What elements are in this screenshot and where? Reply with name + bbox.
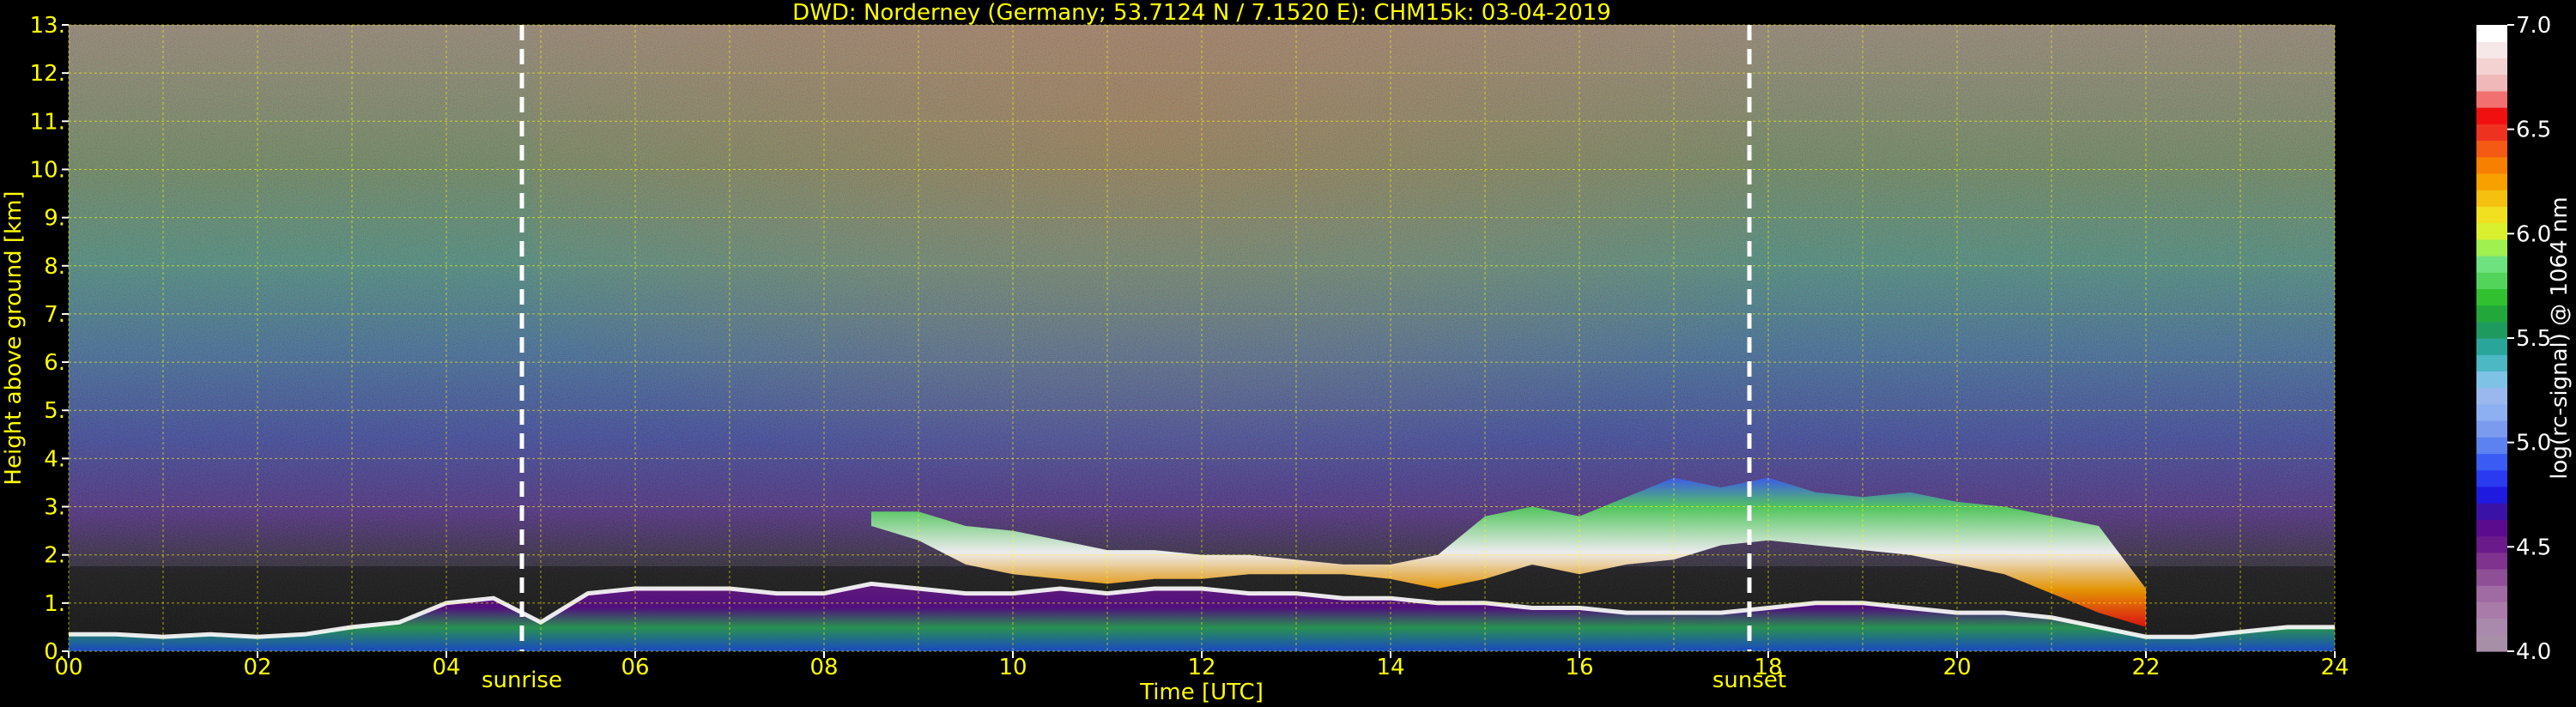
x-tick-label: 16 bbox=[1565, 655, 1593, 680]
colorbar-swatch bbox=[2476, 469, 2507, 487]
x-axis-label: Time [UTC] bbox=[1139, 680, 1264, 705]
y-tick-label: 10. bbox=[30, 157, 65, 183]
y-tick-label: 3. bbox=[44, 495, 65, 521]
colorbar-swatch bbox=[2476, 453, 2507, 471]
y-tick-label: 11. bbox=[30, 109, 65, 135]
colorbar-tick-label: 6.5 bbox=[2516, 118, 2551, 143]
colorbar-swatch bbox=[2476, 124, 2507, 142]
colorbar-swatch bbox=[2476, 255, 2507, 273]
y-tick-label: 13. bbox=[30, 13, 65, 39]
colorbar-swatch bbox=[2476, 634, 2507, 652]
ceilometer-chart: DWD: Norderney (Germany; 53.7124 N / 7.1… bbox=[1, 0, 2573, 705]
colorbar-swatch bbox=[2476, 503, 2507, 520]
colorbar-swatch bbox=[2476, 222, 2507, 240]
colorbar-swatch bbox=[2476, 41, 2507, 59]
colorbar-swatch bbox=[2476, 172, 2507, 190]
colorbar-swatch bbox=[2476, 305, 2507, 323]
colorbar-swatch bbox=[2476, 206, 2507, 224]
x-tick-label: 10 bbox=[998, 655, 1027, 680]
x-tick-label: 24 bbox=[2320, 655, 2349, 680]
x-tick-label: 06 bbox=[621, 655, 649, 680]
colorbar-label: log(rc-signal) @ 1064 nm bbox=[2547, 196, 2573, 479]
x-tick-label: 12 bbox=[1187, 655, 1215, 680]
sunrise-label: sunrise bbox=[482, 668, 562, 693]
y-tick-label: 0. bbox=[44, 639, 65, 665]
colorbar-swatch bbox=[2476, 519, 2507, 537]
colorbar-swatch bbox=[2476, 568, 2507, 586]
plot-area bbox=[68, 24, 2336, 652]
colorbar-swatch bbox=[2476, 420, 2507, 438]
colorbar-swatch bbox=[2476, 338, 2507, 355]
y-tick-label: 8. bbox=[44, 254, 65, 280]
y-axis-label: Height above ground [km] bbox=[1, 190, 27, 485]
colorbar-swatch bbox=[2476, 321, 2507, 339]
sunset-label: sunset bbox=[1712, 668, 1786, 693]
colorbar-swatch bbox=[2476, 601, 2507, 619]
colorbar-swatch bbox=[2476, 403, 2507, 421]
y-tick-label: 1. bbox=[44, 591, 65, 617]
colorbar-swatch bbox=[2476, 288, 2507, 306]
x-tick-label: 20 bbox=[1943, 655, 1971, 680]
colorbar-swatch bbox=[2476, 190, 2507, 207]
colorbar-swatch bbox=[2476, 486, 2507, 504]
y-tick-label: 5. bbox=[44, 398, 65, 424]
colorbar-swatch bbox=[2476, 25, 2507, 42]
colorbar-swatch bbox=[2476, 535, 2507, 553]
y-tick-label: 12. bbox=[30, 61, 65, 87]
x-tick-label: 08 bbox=[809, 655, 838, 680]
y-tick-label: 4. bbox=[44, 446, 65, 472]
colorbar-swatch bbox=[2476, 387, 2507, 405]
colorbar-swatch bbox=[2476, 74, 2507, 92]
colorbar-swatch bbox=[2476, 272, 2507, 289]
colorbar-tick-label: 4.0 bbox=[2516, 639, 2551, 665]
colorbar-swatch bbox=[2476, 156, 2507, 174]
colorbar-swatch bbox=[2476, 239, 2507, 257]
chart-title: DWD: Norderney (Germany; 53.7124 N / 7.1… bbox=[792, 0, 1611, 26]
y-tick-label: 6. bbox=[44, 350, 65, 376]
colorbar-swatch bbox=[2476, 140, 2507, 158]
y-tick-label: 9. bbox=[44, 206, 65, 232]
colorbar-swatch bbox=[2476, 618, 2507, 636]
colorbar-swatch bbox=[2476, 354, 2507, 372]
colorbar-tick-label: 7.0 bbox=[2516, 13, 2551, 39]
colorbar-swatch bbox=[2476, 437, 2507, 455]
colorbar-swatch bbox=[2476, 585, 2507, 602]
colorbar-swatch bbox=[2476, 107, 2507, 124]
x-tick-label: 02 bbox=[243, 655, 271, 680]
colorbar-swatch bbox=[2476, 552, 2507, 570]
x-tick-label: 04 bbox=[432, 655, 460, 680]
colorbar: 4.04.55.05.56.06.57.0 bbox=[2476, 13, 2551, 665]
colorbar-swatch bbox=[2476, 57, 2507, 76]
x-tick-label: 22 bbox=[2131, 655, 2160, 680]
y-tick-label: 7. bbox=[44, 302, 65, 328]
colorbar-swatch bbox=[2476, 371, 2507, 389]
y-tick-label: 2. bbox=[44, 543, 65, 569]
x-tick-label: 14 bbox=[1376, 655, 1404, 680]
colorbar-swatch bbox=[2476, 90, 2507, 108]
colorbar-tick-label: 4.5 bbox=[2516, 535, 2551, 560]
